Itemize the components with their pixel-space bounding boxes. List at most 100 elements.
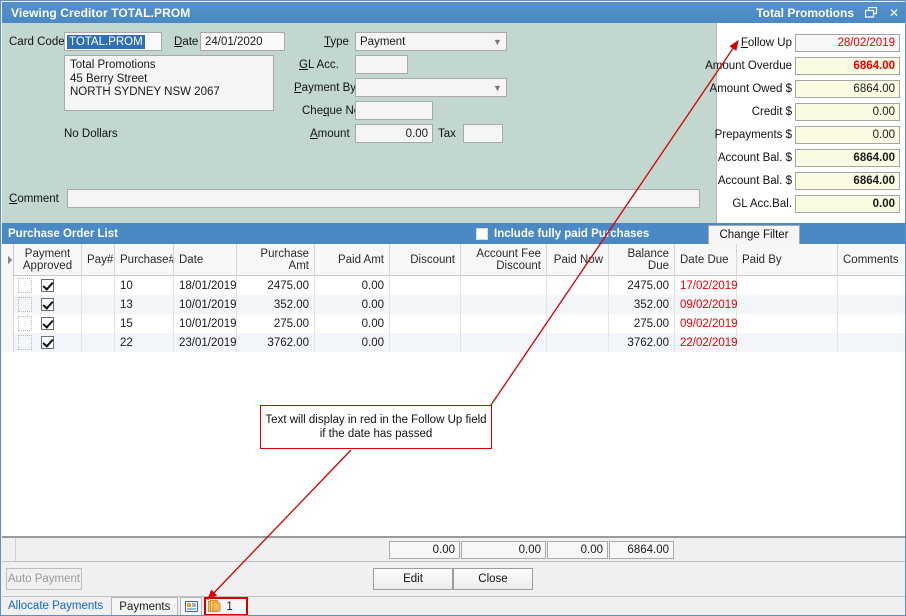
close-button[interactable]: Close [453,568,533,590]
cell-payment-approved[interactable] [14,276,82,295]
col-comments[interactable]: Comments [838,244,906,276]
cell-purchase-no: 15 [115,314,174,333]
chevron-down-icon[interactable]: ▼ [489,33,506,50]
grid-totals-row: 0.00 0.00 0.00 6864.00 [2,537,906,561]
col-balance-due[interactable]: Balance Due [609,244,675,276]
bottom-button-bar: Auto Payment Edit Close [2,561,906,596]
amount-input[interactable]: 0.00 [355,124,433,143]
amount-owed-field: 6864.00 [795,80,900,98]
col-paid-by[interactable]: Paid By [737,244,838,276]
cell-purchase-amt: 275.00 [237,314,315,333]
cell-payment-approved[interactable] [14,333,82,352]
row-selector[interactable] [2,276,14,295]
close-icon[interactable]: ✕ [883,3,905,22]
cell-payment-approved[interactable] [14,314,82,333]
tax-label: Tax [438,128,456,140]
cell-date-due: 09/02/2019 [675,314,737,333]
auto-payment-button[interactable]: Auto Payment [6,568,82,590]
date-input[interactable]: 24/01/2020 [200,32,285,51]
address-box[interactable]: Total Promotions 45 Berry Street NORTH S… [64,55,274,111]
creditor-window: Viewing Creditor TOTAL.PROM Total Promot… [0,0,906,616]
col-date-due[interactable]: Date Due [675,244,737,276]
account-bal-1-label: Account Bal. $ [718,152,792,164]
change-filter-button[interactable]: Change Filter [708,225,800,244]
tab-allocate-payments[interactable]: Allocate Payments [2,597,109,616]
cell-paid-by [737,276,838,295]
row-selector[interactable] [2,333,14,352]
prepayments-label: Prepayments $ [715,129,792,141]
total-paid-now: 0.00 [547,541,608,559]
restore-icon[interactable] [860,3,882,22]
col-paid-amt[interactable]: Paid Amt [315,244,390,276]
cell-date: 18/01/2019 [174,276,237,295]
approved-checkbox [41,298,54,311]
col-purchase-no[interactable]: Purchase# [115,244,174,276]
row-selector[interactable] [2,314,14,333]
follow-up-label: Follow Up [741,37,792,49]
grid-corner-selector[interactable] [2,244,14,276]
cell-paid-amt: 0.00 [315,276,390,295]
cell-pay-no [82,314,115,333]
cell-balance-due: 275.00 [609,314,675,333]
approved-checkbox [41,279,54,292]
cell-discount [390,333,461,352]
col-pay-no[interactable]: Pay# [82,244,115,276]
cell-payment-approved[interactable] [14,295,82,314]
comment-label: Comment [9,193,59,205]
card-view-icon[interactable] [180,597,202,616]
tax-input[interactable] [463,124,503,143]
col-discount[interactable]: Discount [390,244,461,276]
cell-purchase-no: 22 [115,333,174,352]
card-code-input[interactable]: TOTAL.PROM [64,32,162,51]
type-select[interactable]: Payment ▼ [355,32,507,51]
total-account-fee-discount: 0.00 [461,541,546,559]
table-row[interactable]: 13 10/01/2019 352.00 0.00 352.00 09/02/2… [2,295,906,314]
type-label: Type [324,36,349,48]
cell-purchase-no: 13 [115,295,174,314]
chevron-down-icon[interactable]: ▼ [489,79,506,96]
cheque-no-input[interactable] [355,101,433,120]
payment-by-select[interactable]: ▼ [355,78,507,97]
cell-date: 10/01/2019 [174,314,237,333]
row-selector[interactable] [2,295,14,314]
total-balance-due: 6864.00 [609,541,674,559]
credit-field: 0.00 [795,103,900,121]
cell-account-fee-discount [461,333,547,352]
account-bal-1-field: 6864.00 [795,149,900,167]
col-account-fee-discount[interactable]: Account FeeDiscount [461,244,547,276]
tab-payments[interactable]: Payments [111,597,178,616]
cell-purchase-no: 10 [115,276,174,295]
window-title: Viewing Creditor TOTAL.PROM [2,6,190,20]
cell-purchase-amt: 2475.00 [237,276,315,295]
cell-paid-amt: 0.00 [315,314,390,333]
approved-checkbox [41,336,54,349]
edit-button[interactable]: Edit [373,568,453,590]
date-label: Date [174,36,198,48]
no-dollars-text: No Dollars [64,128,118,140]
creditor-form: Card Code TOTAL.PROM Date 24/01/2020 Tot… [2,23,716,223]
include-fully-paid-checkbox[interactable] [476,228,488,240]
include-fully-paid-label: Include fully paid Purchases [494,228,649,240]
annotation-callout: Text will display in red in the Follow U… [260,405,492,449]
col-date[interactable]: Date [174,244,237,276]
table-row[interactable]: 10 18/01/2019 2475.00 0.00 2475.00 17/02… [2,276,906,295]
annotation-line-2: if the date has passed [320,427,433,441]
gl-acc-input[interactable] [355,55,408,74]
amount-owed-label: Amount Owed $ [710,83,792,95]
col-payment-approved[interactable]: PaymentApproved [14,244,82,276]
follow-up-field[interactable]: 28/02/2019 [795,34,900,52]
amount-value: 0.00 [406,128,428,140]
include-fully-paid-toggle[interactable]: Include fully paid Purchases [476,223,649,244]
address-line-3: NORTH SYDNEY NSW 2067 [70,86,268,100]
status-bar: Allocate Payments Payments 1 [2,596,906,616]
table-row[interactable]: 22 23/01/2019 3762.00 0.00 3762.00 22/02… [2,333,906,352]
documents-icon[interactable]: 1 [204,597,248,616]
horizontal-scrollbar[interactable] [2,538,16,561]
type-value: Payment [356,36,489,48]
comment-input[interactable] [67,189,700,208]
col-purchase-amt[interactable]: Purchase Amt [237,244,315,276]
gl-acc-bal-label: GL Acc.Bal. [732,198,792,210]
col-paid-now[interactable]: Paid Now [547,244,609,276]
purchase-order-grid: PaymentApproved Pay# Purchase# Date Purc… [2,244,906,537]
table-row[interactable]: 15 10/01/2019 275.00 0.00 275.00 09/02/2… [2,314,906,333]
